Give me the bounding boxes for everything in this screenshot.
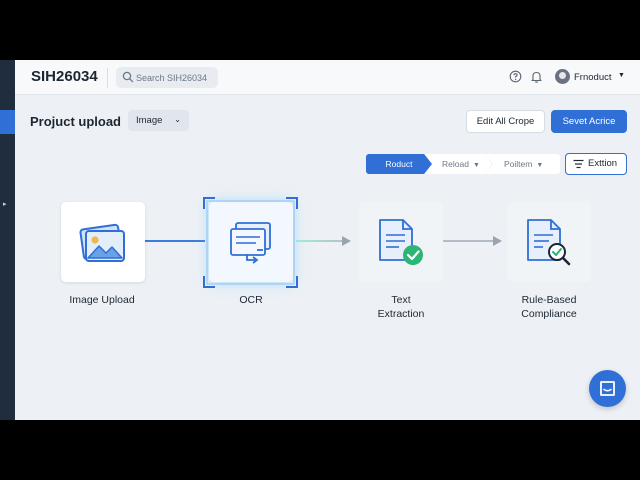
chevron-down-icon[interactable]: ▼ bbox=[618, 72, 625, 79]
search-input[interactable] bbox=[136, 67, 216, 88]
page-title: Projuct upload bbox=[30, 114, 121, 129]
arrow-right-icon bbox=[342, 236, 351, 246]
chevron-down-icon: ▼ bbox=[536, 162, 544, 169]
flow-node-label-line: Extraction bbox=[377, 308, 425, 320]
filter-icon bbox=[573, 159, 584, 169]
edit-all-button[interactable]: Edit All Crope bbox=[466, 110, 545, 133]
chevron-down-icon: ▼ bbox=[472, 162, 480, 169]
flow-node-label: OCR bbox=[239, 294, 263, 306]
arrow-right-icon bbox=[493, 236, 502, 246]
filter-button[interactable]: Exttion bbox=[565, 153, 627, 175]
app-title: SIH26034 bbox=[31, 68, 98, 85]
primary-action-button[interactable]: Sevet Acrice bbox=[551, 110, 627, 133]
document-search-icon bbox=[527, 219, 571, 266]
flow-node-label: Text Extraction bbox=[351, 293, 451, 321]
type-select[interactable]: Image ⌄ bbox=[128, 110, 189, 131]
connector-line bbox=[443, 240, 493, 242]
app-window: ▸ SIH26034 Frnoduct ▼ Projuct upload Ima… bbox=[0, 60, 640, 420]
step-chip-roduct[interactable]: Roduct bbox=[366, 154, 432, 174]
flow-node-label: Rule-Based Compliance bbox=[499, 293, 599, 321]
divider bbox=[107, 68, 108, 88]
flow-node-label-line: Rule-Based bbox=[521, 294, 577, 306]
avatar[interactable] bbox=[555, 69, 570, 84]
search-icon bbox=[122, 71, 134, 83]
flow-node-text-extraction[interactable] bbox=[359, 202, 443, 282]
selection-frame bbox=[203, 197, 298, 288]
document-check-icon bbox=[379, 219, 423, 265]
image-icon bbox=[79, 223, 125, 262]
chevron-down-icon: ⌄ bbox=[174, 115, 181, 124]
left-rail: ▸ bbox=[0, 60, 15, 420]
connector-line bbox=[296, 240, 342, 242]
bell-icon[interactable] bbox=[530, 70, 543, 83]
user-name[interactable]: Frnoduct bbox=[574, 72, 612, 83]
filter-button-label: Exttion bbox=[588, 158, 618, 169]
step-chip-poiltem[interactable]: Poiltem ▼ bbox=[484, 154, 560, 174]
flow-node-label-line: Compliance bbox=[521, 308, 577, 320]
step-chip-reload[interactable]: Reload ▼ bbox=[424, 154, 492, 174]
help-icon[interactable] bbox=[509, 70, 522, 83]
step-chip-label: Reload bbox=[442, 159, 469, 169]
chat-button[interactable] bbox=[589, 370, 626, 407]
top-bar: SIH26034 Frnoduct ▼ bbox=[15, 60, 640, 95]
rail-expand-icon[interactable]: ▸ bbox=[3, 200, 7, 208]
type-select-value: Image bbox=[136, 115, 163, 126]
rail-active-item[interactable] bbox=[0, 110, 15, 134]
flow-node-rule-based-compliance[interactable] bbox=[507, 202, 591, 282]
chat-icon bbox=[600, 381, 615, 396]
flow-node-label: Image Upload bbox=[69, 294, 135, 306]
connector-line bbox=[145, 240, 205, 242]
flow-node-label-line: Text bbox=[391, 294, 411, 306]
step-chip-label: Poiltem bbox=[504, 159, 533, 169]
search-box[interactable] bbox=[116, 67, 218, 88]
flow-node-image-upload[interactable] bbox=[61, 202, 145, 282]
